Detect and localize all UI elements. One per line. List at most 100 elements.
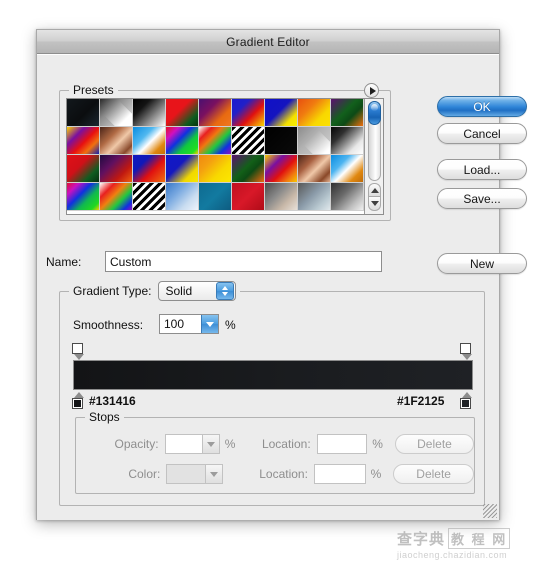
preset-swatch[interactable] <box>232 183 265 211</box>
new-button[interactable]: New <box>437 253 527 274</box>
smoothness-unit: % <box>225 318 236 332</box>
preset-swatch[interactable] <box>265 183 298 211</box>
gradient-type-group: Gradient Type: Solid Smoothness: 100 % #… <box>59 281 485 506</box>
watermark: 查字典 教 程 网 jiaocheng.chazidian.com <box>397 528 531 560</box>
gradient-name-input[interactable] <box>105 251 382 272</box>
preset-swatch[interactable] <box>298 127 331 155</box>
opacity-location-unit: % <box>372 437 383 451</box>
opacity-input[interactable] <box>164 434 220 454</box>
preset-swatch[interactable] <box>67 99 100 127</box>
gradient-preview-strip[interactable] <box>73 360 473 390</box>
smoothness-combo[interactable]: 100 <box>159 314 219 334</box>
chevron-down-icon[interactable] <box>201 315 218 333</box>
preset-swatch[interactable] <box>133 183 166 211</box>
scrollbar-down-button[interactable] <box>368 197 381 211</box>
preset-swatch[interactable] <box>199 127 232 155</box>
name-label: Name: <box>46 255 82 269</box>
presets-scrollbar[interactable] <box>364 99 383 214</box>
watermark-cn-main: 查字典 <box>397 531 446 548</box>
color-swatch-input[interactable] <box>166 464 223 484</box>
preset-swatch[interactable] <box>100 155 133 183</box>
right-stop-hex-label: #1F2125 <box>397 394 445 408</box>
color-stop-row: Color: Location: % Delete <box>76 464 474 484</box>
preset-swatch[interactable] <box>100 99 133 127</box>
gradient-type-select[interactable]: Solid <box>157 281 236 301</box>
stepper-up-down-icon[interactable] <box>215 282 234 300</box>
gradient-editor-window: Gradient Editor Presets OK Cancel Load..… <box>36 29 527 520</box>
preset-swatch[interactable] <box>166 155 199 183</box>
presets-group: Presets <box>59 83 391 221</box>
preset-swatch[interactable] <box>232 99 265 127</box>
preset-swatch[interactable] <box>133 155 166 183</box>
triangle-right-icon <box>369 86 376 95</box>
scrollbar-thumb[interactable] <box>368 101 381 125</box>
color-label: Color: <box>128 467 161 481</box>
window-body: Presets OK Cancel Load... Save... New Na… <box>37 54 527 520</box>
chevron-down-icon[interactable] <box>204 465 222 483</box>
preset-swatch[interactable] <box>166 127 199 155</box>
preset-swatch[interactable] <box>67 127 100 155</box>
preset-swatch[interactable] <box>331 127 364 155</box>
preset-swatch[interactable] <box>100 183 133 211</box>
preset-swatch-grid[interactable] <box>67 99 364 214</box>
preset-swatch[interactable] <box>331 183 364 211</box>
presets-options-button[interactable] <box>364 83 379 98</box>
opacity-location-label: Location: <box>261 437 311 451</box>
resize-grip-icon[interactable] <box>483 504 497 518</box>
preset-swatch[interactable] <box>67 155 100 183</box>
preset-swatch[interactable] <box>232 155 265 183</box>
gradient-type-label: Gradient Type: <box>73 284 152 298</box>
presets-legend: Presets <box>69 83 118 97</box>
color-stop-left[interactable] <box>72 392 85 409</box>
preset-swatch[interactable] <box>166 99 199 127</box>
color-location-label: Location: <box>259 467 308 481</box>
scrollbar-up-button[interactable] <box>368 183 381 197</box>
watermark-url: jiaocheng.chazidian.com <box>397 550 508 560</box>
cancel-button[interactable]: Cancel <box>437 123 527 144</box>
preset-swatch[interactable] <box>199 99 232 127</box>
color-location-input[interactable] <box>313 464 366 484</box>
gradient-type-value: Solid <box>165 284 193 298</box>
save-button[interactable]: Save... <box>437 188 527 209</box>
preset-swatch[interactable] <box>298 183 331 211</box>
opacity-stop-icon <box>460 343 471 354</box>
smoothness-value: 100 <box>164 317 185 331</box>
stops-group: Stops Opacity: % Location: % Delete Colo… <box>75 410 475 494</box>
opacity-delete-button[interactable]: Delete <box>394 434 475 454</box>
gradient-type-legend: Gradient Type: Solid <box>69 281 240 301</box>
preset-swatch[interactable] <box>298 99 331 127</box>
window-title: Gradient Editor <box>226 34 310 49</box>
opacity-stop-icon <box>72 343 83 354</box>
preset-swatch[interactable] <box>100 127 133 155</box>
stops-legend: Stops <box>85 410 124 424</box>
left-stop-hex-label: #131416 <box>89 394 136 408</box>
chevron-down-icon[interactable] <box>201 435 219 453</box>
preset-swatch[interactable] <box>265 127 298 155</box>
preset-swatch[interactable] <box>331 155 364 183</box>
preset-swatch[interactable] <box>199 183 232 211</box>
ok-button[interactable]: OK <box>437 96 527 117</box>
preset-swatch[interactable] <box>199 155 232 183</box>
smoothness-label: Smoothness: <box>73 318 144 332</box>
color-stop-icon <box>72 398 83 409</box>
preset-swatch[interactable] <box>133 99 166 127</box>
gradient-preview-wrap <box>73 360 473 390</box>
opacity-stop-right[interactable] <box>460 343 473 360</box>
preset-swatch[interactable] <box>67 183 100 211</box>
preset-swatch[interactable] <box>232 127 265 155</box>
preset-swatch[interactable] <box>166 183 199 211</box>
load-button[interactable]: Load... <box>437 159 527 180</box>
preset-swatch[interactable] <box>265 99 298 127</box>
preset-swatch[interactable] <box>133 127 166 155</box>
opacity-unit: % <box>224 437 236 451</box>
opacity-stop-left[interactable] <box>72 343 85 360</box>
preset-swatch[interactable] <box>331 99 364 127</box>
window-titlebar[interactable]: Gradient Editor <box>37 30 499 54</box>
preset-swatch[interactable] <box>265 155 298 183</box>
opacity-location-input[interactable] <box>316 434 368 454</box>
screenshot-root: Gradient Editor Presets OK Cancel Load..… <box>0 0 536 561</box>
color-stop-right[interactable] <box>460 392 473 409</box>
color-delete-button[interactable]: Delete <box>393 464 474 484</box>
triangle-down-icon <box>370 201 379 206</box>
preset-swatch[interactable] <box>298 155 331 183</box>
